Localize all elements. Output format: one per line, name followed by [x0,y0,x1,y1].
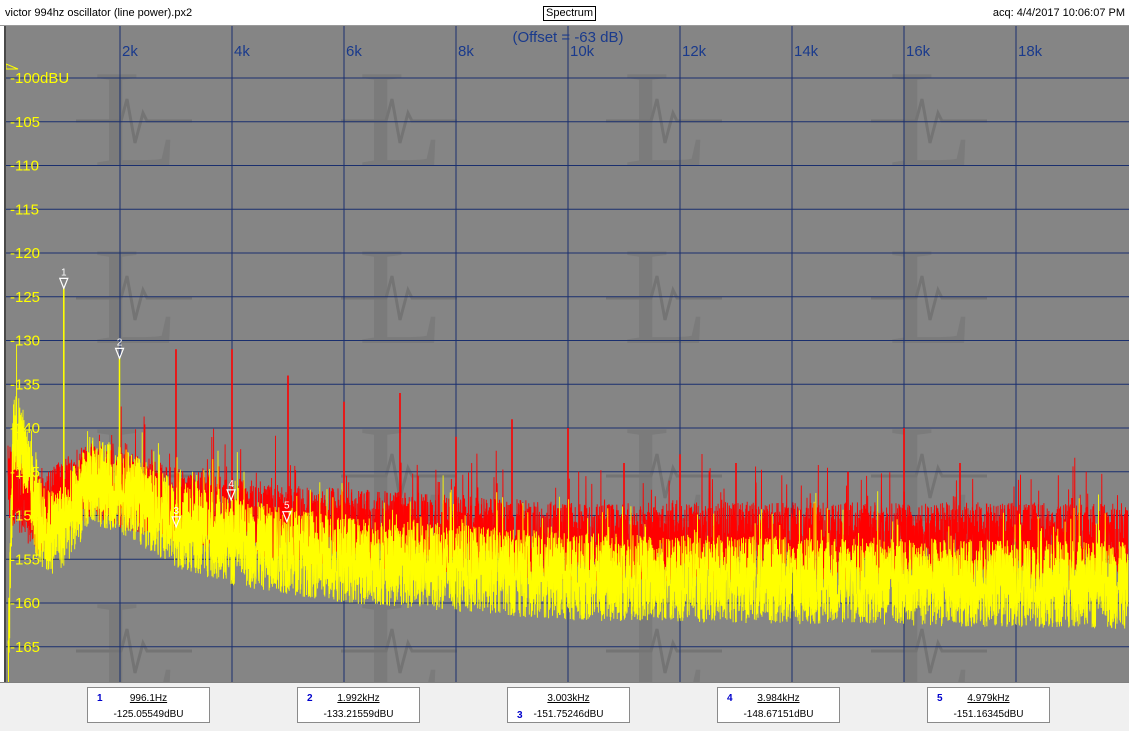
offset-label: (Offset = -63 dB) [512,29,623,46]
y-tick-label: -155 [10,551,40,568]
marker-label-1: 1 [61,267,67,278]
marker-frequency: 3.984kHz [757,693,800,704]
marker-readout-2[interactable]: 2 1.992kHz -133.21559dBU [297,687,420,723]
marker-level: -151.16345dBU [953,709,1024,720]
spectrum-mode-button[interactable]: Spectrum [543,6,597,21]
y-tick-label: -125 [10,289,40,306]
marker-level: -148.67151dBU [743,709,814,720]
x-tick-label: 6k [346,43,362,60]
x-tick-label: 14k [794,43,819,60]
y-tick-label: -140 [10,420,40,437]
marker-readout-3[interactable]: 3 3.003kHz -151.75246dBU [507,687,630,723]
marker-frequency: 3.003kHz [547,693,590,704]
x-tick-label: 8k [458,43,474,60]
marker-frequency: 1.992kHz [337,693,380,704]
x-tick-label: 12k [682,43,707,60]
y-tick-label: -115 [10,201,39,218]
y-tick-label: -110 [10,158,39,175]
y-tick-label: -120 [10,245,40,262]
file-title: victor 994hz oscillator (line power).px2 [5,7,193,19]
y-tick-label: -150 [10,508,40,525]
marker-frequency: 996.1Hz [129,693,168,704]
marker-readout-5[interactable]: 5 4.979kHz -151.16345dBU [927,687,1050,723]
marker-readout-1[interactable]: 1 996.1Hz -125.05549dBU [87,687,210,723]
marker-level: -125.05549dBU [113,709,184,720]
spectrum-chart[interactable]: L L L LL L L LL L L LL L L L123452k 4k 6k 8k 10k 12k 14k 16… [6,26,1129,682]
marker-label-2: 2 [117,337,123,348]
marker-label-3: 3 [173,506,179,517]
y-tick-label: -130 [10,333,40,350]
marker-level: -133.21559dBU [323,709,394,720]
marker-label-4: 4 [228,479,234,490]
x-tick-label: 4k [234,43,250,60]
x-tick-label: 2k [122,43,138,60]
y-tick-label: -105 [10,114,40,131]
marker-level: -151.75246dBU [533,709,604,720]
marker-frequency: 4.979kHz [967,693,1010,704]
marker-readout-4[interactable]: 4 3.984kHz -148.67151dBU [717,687,840,723]
marker-label-5: 5 [284,501,290,512]
y-tick-label: -100dBU [10,70,69,87]
y-tick-label: -160 [10,595,40,612]
y-tick-label: -135 [10,376,40,393]
y-tick-label: -165 [10,639,40,656]
reference-level-arrow [6,63,19,70]
acquisition-timestamp: acq: 4/4/2017 10:06:07 PM [992,7,1125,19]
title-bar: victor 994hz oscillator (line power).px2… [0,0,1129,26]
marker-readout-bar: 1 996.1Hz -125.05549dBU 2 1.992kHz -133.… [0,682,1129,731]
y-tick-label: -145 [10,464,40,481]
marker-triangle-1 [58,277,69,290]
x-tick-label: 16k [906,43,931,60]
spectrum-plot[interactable]: L L L L L L L L L L L L L L L L 1 2 3 4 5 2k 4k 6k 8k 10k 12k 14k 16… [4,26,1129,682]
x-tick-label: 18k [1018,43,1043,60]
